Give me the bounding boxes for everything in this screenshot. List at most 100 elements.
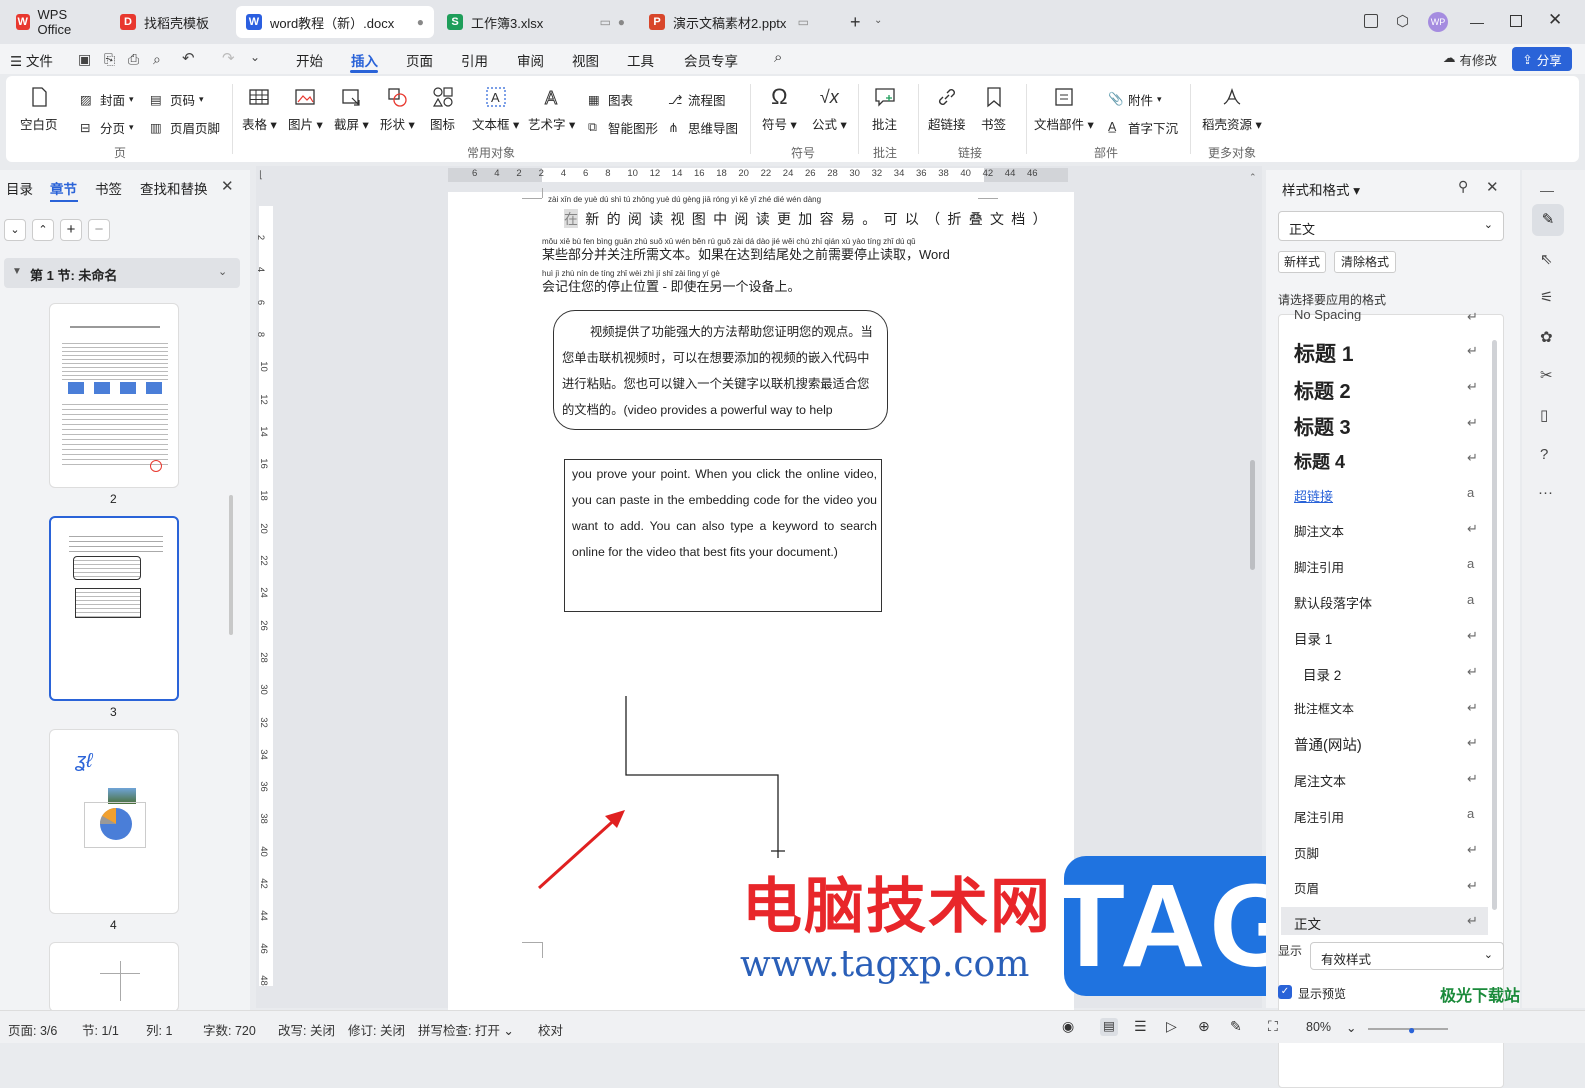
mindmap-button[interactable]: ⋔ 思维导图 xyxy=(668,118,738,137)
dropcap-button[interactable]: A̲ 首字下沉 xyxy=(1108,118,1178,137)
style-item-endnote-ref[interactable]: 尾注引用 xyxy=(1294,807,1344,826)
menu-review[interactable]: 审阅 xyxy=(517,50,544,70)
elbow-connector-line[interactable] xyxy=(618,692,788,862)
status-section[interactable]: 节: 1/1 xyxy=(82,1020,119,1039)
page-thumbnail-3[interactable] xyxy=(49,516,179,701)
table-button[interactable]: 表格 ▾ xyxy=(242,86,277,133)
style-item-heading3[interactable]: 标题 3 xyxy=(1294,411,1351,440)
scroll-up-icon[interactable]: ⌃ xyxy=(1249,172,1257,183)
cube-icon[interactable]: ⬡ xyxy=(1396,12,1409,30)
screenshot-button[interactable]: 截屏 ▾ xyxy=(334,86,369,133)
ai-icon[interactable]: ✿ xyxy=(1540,328,1553,346)
flowchart-button[interactable]: ⎇ 流程图 xyxy=(668,90,726,109)
style-item-toc1[interactable]: 目录 1 xyxy=(1294,628,1332,648)
picture-button[interactable]: 图片 ▾ xyxy=(288,86,323,133)
chevron-up-icon[interactable]: ⌃ xyxy=(32,219,54,241)
menu-page[interactable]: 页面 xyxy=(406,50,433,70)
style-format-icon[interactable]: ✎ xyxy=(1532,204,1564,236)
preview-checkbox[interactable]: ✓ xyxy=(1278,985,1292,999)
fit-page-icon[interactable]: ⛶ xyxy=(1268,1018,1278,1035)
more-icon[interactable]: ··· xyxy=(1538,484,1553,501)
document-scrollbar[interactable] xyxy=(1250,460,1255,570)
tab-status-dot-icon[interactable]: ● xyxy=(618,15,625,29)
smart-graphic-button[interactable]: ⧉ 智能图形 xyxy=(588,118,658,137)
style-item-no-spacing[interactable]: No Spacing xyxy=(1294,307,1361,321)
menu-start[interactable]: 开始 xyxy=(296,50,323,70)
formula-button[interactable]: √x 公式 ▾ xyxy=(812,86,847,133)
comment-button[interactable]: 批注 xyxy=(872,86,897,133)
menu-reference[interactable]: 引用 xyxy=(461,50,488,70)
status-page[interactable]: 页面: 3/6 xyxy=(8,1020,57,1039)
style-item-heading4[interactable]: 标题 4 xyxy=(1294,448,1345,474)
current-style-select[interactable]: 正文 ⌄ xyxy=(1278,211,1504,241)
remove-section-icon[interactable]: − xyxy=(88,219,110,241)
adjust-icon[interactable]: ⚟ xyxy=(1540,288,1553,306)
menu-member[interactable]: 会员专享 xyxy=(684,50,738,70)
eye-icon[interactable]: ◉ xyxy=(1062,1018,1074,1035)
wordart-button[interactable]: A 艺术字 ▾ xyxy=(528,86,575,133)
show-filter-select[interactable]: 有效样式 ⌄ xyxy=(1310,942,1504,970)
section-header[interactable]: ▼ 第 1 节: 未命名 ⌄ xyxy=(4,258,240,288)
clear-format-button[interactable]: 清除格式 xyxy=(1334,251,1396,273)
menu-view[interactable]: 视图 xyxy=(572,50,599,70)
tools-icon[interactable]: ✂ xyxy=(1540,366,1553,384)
attachment-button[interactable]: 📎 附件 ▾ xyxy=(1108,90,1162,109)
cover-button[interactable]: ▨ 封面 ▾ xyxy=(80,90,134,109)
minimize-pane-icon[interactable]: — xyxy=(1540,182,1554,198)
close-icon[interactable]: ✕ xyxy=(1486,178,1499,196)
menu-tools[interactable]: 工具 xyxy=(627,50,654,70)
chart-button[interactable]: ▦ 图表 xyxy=(588,90,633,109)
minimize-icon[interactable]: — xyxy=(1470,14,1484,30)
style-item-footnote-text[interactable]: 脚注文本 xyxy=(1294,521,1344,540)
new-tab-icon[interactable]: + xyxy=(850,12,861,33)
avatar[interactable]: WP xyxy=(1428,12,1448,32)
style-list-scrollbar[interactable] xyxy=(1492,340,1497,910)
tab-pptx[interactable]: P 演示文稿素材2.pptx ▭ xyxy=(639,6,837,38)
style-item-hyperlink[interactable]: 超链接 xyxy=(1294,486,1333,505)
status-proof[interactable]: 校对 xyxy=(538,1020,563,1039)
page-thumbnail-5[interactable] xyxy=(49,942,179,1012)
docer-resource-button[interactable]: 稻壳资源 ▾ xyxy=(1202,86,1262,133)
select-pointer-icon[interactable]: ⇖ xyxy=(1540,250,1553,268)
doc-text-line[interactable]: 在新的阅读视图中阅读更加容易。可以（折叠文档） xyxy=(564,209,1047,229)
menu-insert[interactable]: 插入 xyxy=(351,50,378,70)
vertical-ruler[interactable]: 2 4 6 8 10 12 14 16 18 20 22 24 26 28 30 32 34 36 38 40 42 44… xyxy=(255,186,276,1008)
tab-find-replace[interactable]: 查找和替换 xyxy=(140,178,208,198)
pin-icon[interactable]: ⚲ xyxy=(1458,178,1468,195)
hyperlink-button[interactable]: 超链接 xyxy=(928,86,966,133)
page-view-icon[interactable]: ▤ xyxy=(1100,1018,1118,1036)
style-item-endnote-text[interactable]: 尾注文本 xyxy=(1294,771,1346,790)
play-icon[interactable]: ▷ xyxy=(1166,1018,1177,1035)
style-item-header[interactable]: 页眉 xyxy=(1294,878,1319,897)
blank-page-button[interactable]: 空白页 xyxy=(20,86,58,133)
print-icon[interactable]: ⎙ xyxy=(128,51,139,68)
icon-button[interactable]: 图标 xyxy=(430,86,455,133)
layout-icon[interactable] xyxy=(1364,14,1378,28)
chevron-down-icon[interactable]: ⌄ xyxy=(874,15,882,26)
pen-icon[interactable]: ✎ xyxy=(1230,1018,1242,1035)
quick-access-more-icon[interactable]: ⌄ xyxy=(250,50,260,64)
new-style-button[interactable]: 新样式 xyxy=(1278,251,1326,273)
status-overwrite[interactable]: 改写: 关闭 xyxy=(278,1020,335,1039)
shape-button[interactable]: 形状 ▾ xyxy=(380,86,415,133)
save-icon[interactable]: ▣ xyxy=(78,51,91,68)
tab-wps-office[interactable]: W WPS Office xyxy=(6,6,104,38)
style-item-normal[interactable]: 正文 xyxy=(1294,913,1321,933)
tab-word-doc[interactable]: W word教程（新）.docx ● xyxy=(236,6,434,38)
style-item-default-font[interactable]: 默认段落字体 xyxy=(1294,593,1372,612)
tab-xlsx[interactable]: S 工作簿3.xlsx ▭ ● xyxy=(437,6,635,38)
page-thumbnail-4[interactable]: ʓℓ xyxy=(49,729,179,914)
search-icon[interactable]: ⌕ xyxy=(774,49,782,66)
export-icon[interactable]: ⎘ xyxy=(104,51,115,68)
tab-status-dot-icon[interactable]: ● xyxy=(417,15,424,29)
style-item-footnote-ref[interactable]: 脚注引用 xyxy=(1294,557,1344,576)
page-thumbnail-2[interactable] xyxy=(49,303,179,488)
style-item-comment-text[interactable]: 批注框文本 xyxy=(1294,700,1354,717)
status-revision[interactable]: 修订: 关闭 xyxy=(348,1020,405,1039)
redo-icon[interactable]: ↷ xyxy=(222,49,235,67)
tab-bookmarks[interactable]: 书签 xyxy=(95,178,122,198)
close-icon[interactable]: ✕ xyxy=(221,177,234,195)
add-section-icon[interactable]: + xyxy=(60,219,82,241)
doc-part-button[interactable]: 文档部件 ▾ xyxy=(1034,86,1094,133)
page-break-button[interactable]: ⊟ 分页 ▾ xyxy=(80,118,134,137)
